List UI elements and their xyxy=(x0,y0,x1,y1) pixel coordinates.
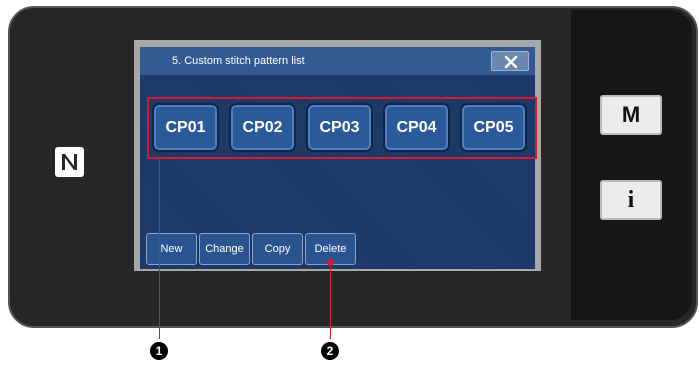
copy-button[interactable]: Copy xyxy=(252,233,303,265)
callout-number-1: 1 xyxy=(150,342,168,360)
callout-number-2: 2 xyxy=(321,342,339,360)
close-button[interactable] xyxy=(491,51,529,71)
dialog-title: 5. Custom stitch pattern list xyxy=(172,55,305,67)
mode-button-m[interactable]: M xyxy=(600,95,662,135)
close-icon xyxy=(504,55,518,69)
pattern-button-cp01[interactable]: CP01 xyxy=(152,103,219,152)
pattern-button-cp04[interactable]: CP04 xyxy=(383,103,450,152)
nfc-icon xyxy=(55,147,84,177)
dialog-titlebar: 5. Custom stitch pattern list xyxy=(140,47,535,75)
pattern-button-cp05[interactable]: CP05 xyxy=(460,103,527,152)
change-button[interactable]: Change xyxy=(199,233,250,265)
pattern-button-cp02[interactable]: CP02 xyxy=(229,103,296,152)
callout-line-2 xyxy=(330,265,331,339)
new-button[interactable]: New xyxy=(146,233,197,265)
pattern-button-cp03[interactable]: CP03 xyxy=(306,103,373,152)
info-button[interactable]: i xyxy=(600,180,662,220)
callout-line-1 xyxy=(159,158,160,339)
side-panel xyxy=(571,10,692,320)
